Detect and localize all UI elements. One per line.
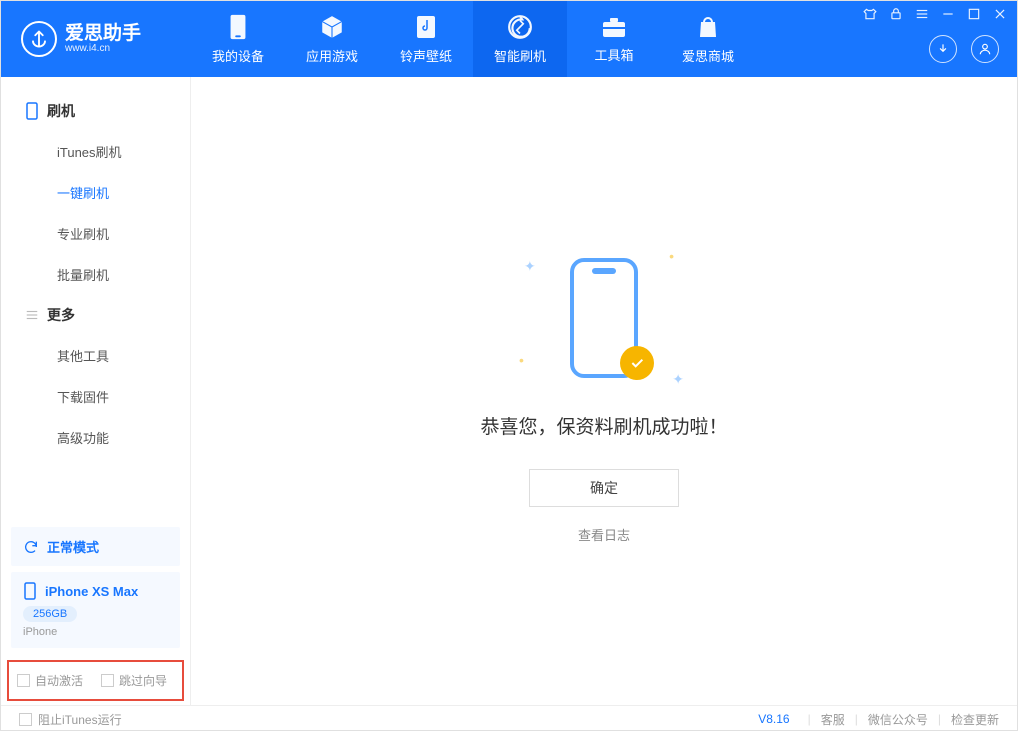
close-button[interactable] [993, 7, 1007, 26]
toolbox-icon [601, 15, 627, 39]
user-icon[interactable] [971, 35, 999, 63]
window-controls [863, 7, 1007, 26]
tab-store[interactable]: 爱思商城 [661, 1, 755, 77]
tab-label: 爱思商城 [682, 46, 734, 65]
tab-label: 智能刷机 [494, 46, 546, 65]
logo-icon [21, 21, 57, 57]
wechat-link[interactable]: 微信公众号 [868, 711, 928, 728]
titlebar: 爱思助手 www.i4.cn 我的设备 应用游戏 铃声壁纸 智能刷机 工具箱 爱… [1, 1, 1017, 77]
music-icon [414, 14, 438, 40]
statusbar: 阻止iTunes运行 V8.16 | 客服 | 微信公众号 | 检查更新 [1, 705, 1017, 732]
nav-tabs: 我的设备 应用游戏 铃声壁纸 智能刷机 工具箱 爱思商城 [191, 1, 755, 77]
checkbox-skip-guide[interactable]: 跳过向导 [101, 672, 167, 689]
bag-icon [696, 14, 720, 40]
tab-flash[interactable]: 智能刷机 [473, 1, 567, 77]
app-subtitle: www.i4.cn [65, 43, 141, 54]
tab-apps[interactable]: 应用游戏 [285, 1, 379, 77]
download-icon[interactable] [929, 35, 957, 63]
device-icon [227, 14, 249, 40]
support-link[interactable]: 客服 [821, 711, 845, 728]
tab-toolbox[interactable]: 工具箱 [567, 1, 661, 77]
app-title: 爱思助手 [65, 24, 141, 43]
view-log-link[interactable]: 查看日志 [578, 525, 630, 544]
sidebar-group-flash: 刷机 [1, 91, 190, 131]
checkbox-icon[interactable] [19, 713, 32, 726]
main-content: ✦ • • ✦ 恭喜您，保资料刷机成功啦！ 确定 查看日志 [191, 77, 1017, 705]
lock-icon[interactable] [889, 7, 903, 26]
sidebar-item-itunes-flash[interactable]: iTunes刷机 [1, 131, 190, 172]
tab-ringtones[interactable]: 铃声壁纸 [379, 1, 473, 77]
sidebar-group-more: 更多 [1, 295, 190, 335]
maximize-button[interactable] [967, 7, 981, 26]
device-type: iPhone [23, 626, 168, 638]
device-name: iPhone XS Max [45, 584, 138, 599]
refresh-icon [507, 14, 533, 40]
tab-my-device[interactable]: 我的设备 [191, 1, 285, 77]
sidebar-item-advanced[interactable]: 高级功能 [1, 417, 190, 458]
check-badge-icon [620, 346, 654, 380]
cube-icon [319, 14, 345, 40]
sidebar-item-other-tools[interactable]: 其他工具 [1, 335, 190, 376]
sync-icon [23, 539, 39, 555]
tab-label: 工具箱 [594, 45, 633, 64]
block-itunes-label[interactable]: 阻止iTunes运行 [38, 711, 122, 728]
success-message: 恭喜您，保资料刷机成功啦！ [480, 412, 727, 439]
highlighted-options: 自动激活 跳过向导 [7, 660, 184, 701]
sidebar-item-pro-flash[interactable]: 专业刷机 [1, 213, 190, 254]
phone-small-icon [25, 102, 39, 120]
sidebar: 刷机 iTunes刷机 一键刷机 专业刷机 批量刷机 更多 其他工具 下载固件 … [1, 77, 191, 705]
tab-label: 应用游戏 [306, 46, 358, 65]
shirt-icon[interactable] [863, 7, 877, 26]
sidebar-item-oneclick-flash[interactable]: 一键刷机 [1, 172, 190, 213]
success-illustration: ✦ • • ✦ [504, 238, 704, 398]
phone-icon [23, 582, 37, 600]
logo: 爱思助手 www.i4.cn [1, 21, 191, 57]
sidebar-item-download-fw[interactable]: 下载固件 [1, 376, 190, 417]
checkbox-icon [17, 674, 30, 687]
mode-panel[interactable]: 正常模式 [11, 527, 180, 566]
mode-label: 正常模式 [47, 537, 99, 556]
checkbox-auto-activate[interactable]: 自动激活 [17, 672, 83, 689]
menu-icon[interactable] [915, 7, 929, 26]
minimize-button[interactable] [941, 7, 955, 26]
storage-badge: 256GB [23, 606, 77, 622]
sidebar-item-batch-flash[interactable]: 批量刷机 [1, 254, 190, 295]
tab-label: 我的设备 [212, 46, 264, 65]
tab-label: 铃声壁纸 [400, 46, 452, 65]
version-label: V8.16 [758, 712, 789, 726]
check-update-link[interactable]: 检查更新 [951, 711, 999, 728]
list-icon [25, 308, 39, 322]
checkbox-icon [101, 674, 114, 687]
device-panel[interactable]: iPhone XS Max 256GB iPhone [11, 572, 180, 648]
confirm-button[interactable]: 确定 [529, 469, 679, 507]
